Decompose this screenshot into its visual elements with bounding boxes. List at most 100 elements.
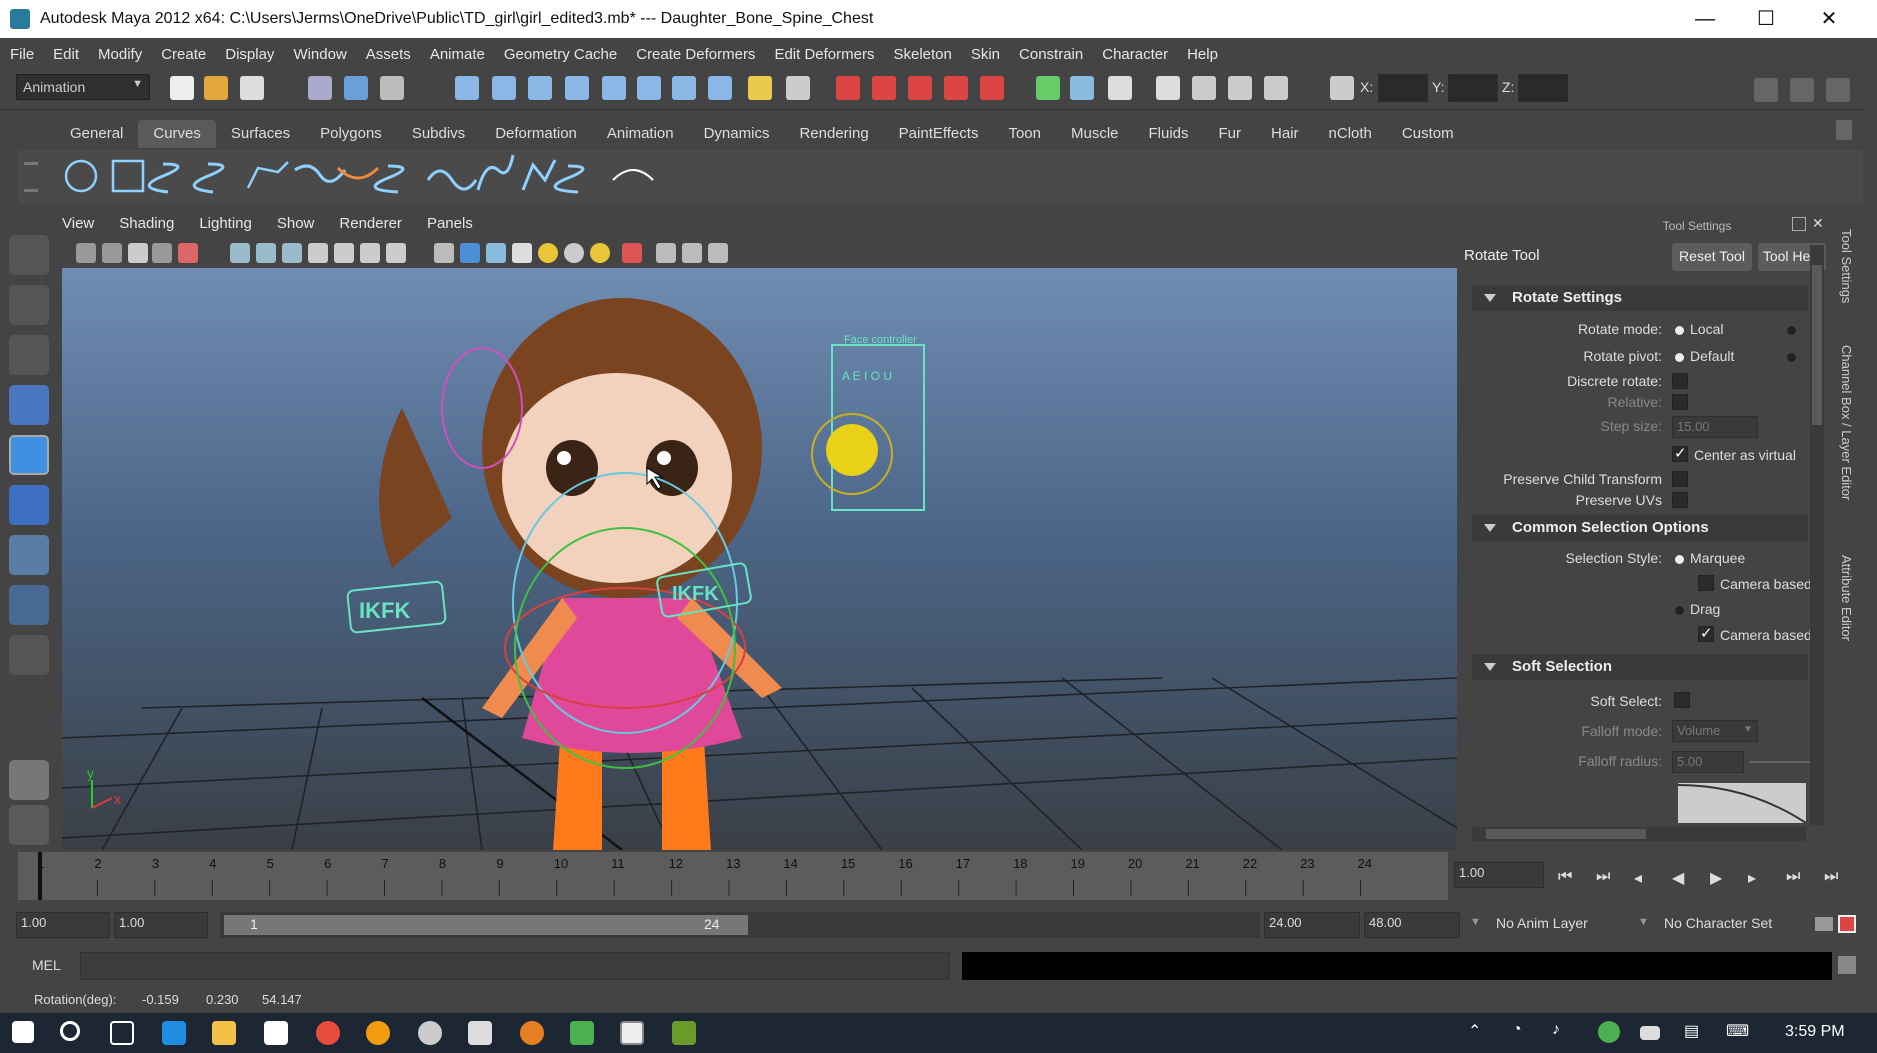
anim-layer-dropdown[interactable]: No Anim Layer <box>1496 915 1588 931</box>
nurbs-circle-icon[interactable] <box>64 159 98 193</box>
bookmark-icon[interactable] <box>128 243 148 263</box>
single-perspective-layout-icon[interactable] <box>9 760 49 800</box>
shelf-tab-general[interactable]: General <box>55 120 138 148</box>
shadows-icon[interactable] <box>590 243 610 263</box>
shelf-tab-painteffects[interactable]: PaintEffects <box>884 120 994 148</box>
render-view-icon[interactable] <box>1192 76 1216 100</box>
shelf-menu-icon[interactable] <box>24 162 38 192</box>
step-size-field[interactable]: 15.00 <box>1672 416 1758 438</box>
go-to-start-icon[interactable]: ⏮ <box>1558 868 1572 886</box>
offset-curve-icon[interactable] <box>521 159 557 191</box>
batch-render-icon[interactable] <box>1228 76 1252 100</box>
resolution-gate-icon[interactable] <box>282 243 302 263</box>
insert-knot-icon[interactable] <box>426 169 478 191</box>
menu-modify[interactable]: Modify <box>98 46 142 63</box>
animation-end-field[interactable]: 48.00 <box>1364 912 1460 938</box>
save-scene-icon[interactable] <box>240 76 264 100</box>
menu-help[interactable]: Help <box>1187 46 1218 63</box>
playback-end-field[interactable]: 24.00 <box>1264 912 1360 938</box>
script-editor-icon[interactable] <box>1838 956 1856 974</box>
camera-based-1-checkbox[interactable] <box>1698 575 1714 591</box>
channel-box-toggle-icon[interactable] <box>1826 78 1850 102</box>
select-component-icon[interactable] <box>380 76 404 100</box>
isolate-select-icon[interactable] <box>622 243 642 263</box>
film-gate-icon[interactable] <box>256 243 276 263</box>
menu-geometry-cache[interactable]: Geometry Cache <box>504 46 617 63</box>
keyboard-icon[interactable]: ⌨ <box>1726 1021 1749 1041</box>
input-output-icon[interactable] <box>672 76 696 100</box>
app-icon-4[interactable] <box>570 1021 594 1045</box>
app-icon-5[interactable] <box>672 1021 696 1045</box>
girl-character[interactable] <box>379 298 782 850</box>
nurbs-square-icon[interactable] <box>111 159 145 193</box>
snap-view-plane-icon[interactable] <box>565 76 589 100</box>
step-back-key-icon[interactable]: ⏭ <box>1596 868 1610 886</box>
new-scene-icon[interactable] <box>170 76 194 100</box>
shelf-tab-ncloth[interactable]: nCloth <box>1314 120 1387 148</box>
x-input[interactable] <box>1378 74 1428 102</box>
app-icon-2[interactable] <box>468 1021 492 1045</box>
selection-mask-icon[interactable] <box>786 76 810 100</box>
falloff-radius-field[interactable]: 5.00 <box>1672 751 1744 773</box>
viewport-menu-panels[interactable]: Panels <box>427 215 473 237</box>
safe-action-icon[interactable] <box>360 243 380 263</box>
lock-icon[interactable] <box>748 76 772 100</box>
float-panel-icon[interactable] <box>1792 217 1806 231</box>
camera-attributes-icon[interactable] <box>102 243 122 263</box>
range-slider-track[interactable]: 1 24 <box>220 912 1260 938</box>
rebuild-curve-icon[interactable] <box>612 169 654 181</box>
rotate-settings-header[interactable]: Rotate Settings <box>1472 285 1808 311</box>
cv-curve-icon[interactable] <box>147 162 180 194</box>
soft-selection-header[interactable]: Soft Selection <box>1472 654 1808 680</box>
gate-mask-icon[interactable] <box>308 243 328 263</box>
image-plane-icon[interactable] <box>152 243 172 263</box>
menu-create[interactable]: Create <box>161 46 206 63</box>
close-button[interactable]: ✕ <box>1806 4 1852 34</box>
lights-default-icon[interactable] <box>538 243 558 263</box>
discrete-rotate-checkbox[interactable] <box>1672 373 1688 389</box>
render-settings-icon[interactable] <box>1108 76 1132 100</box>
shelf-tab-subdivs[interactable]: Subdivs <box>397 120 480 148</box>
current-time-marker[interactable] <box>38 852 42 900</box>
go-to-end-icon[interactable]: ⏭ <box>1824 868 1838 886</box>
step-back-frame-icon[interactable]: ◂ <box>1634 868 1642 888</box>
soft-mod-tool-icon[interactable] <box>9 585 49 625</box>
snap-point-icon[interactable] <box>528 76 552 100</box>
center-virtual-checkbox[interactable] <box>1672 444 1688 462</box>
mel-input[interactable] <box>80 952 950 980</box>
store-icon[interactable] <box>264 1021 288 1045</box>
wireframe-on-shaded-icon[interactable] <box>486 243 506 263</box>
shelf-tab-hair[interactable]: Hair <box>1256 120 1314 148</box>
textured-icon[interactable] <box>512 243 532 263</box>
xray-icon[interactable] <box>656 243 676 263</box>
chevron-up-icon[interactable]: ⌃ <box>1468 1021 1481 1041</box>
anim-prefs-icon[interactable] <box>1838 915 1856 933</box>
tab-tool-settings[interactable]: Tool Settings <box>1839 229 1854 303</box>
common-selection-header[interactable]: Common Selection Options <box>1472 515 1808 541</box>
drag-radio[interactable] <box>1675 606 1684 615</box>
arc-tool-icon[interactable] <box>294 164 347 183</box>
rotate-pivot-default-radio[interactable] <box>1675 353 1684 362</box>
shelf-tab-animation[interactable]: Animation <box>592 120 689 148</box>
menu-set-dropdown[interactable]: Animation ▼ <box>16 74 150 100</box>
extend-curve-icon[interactable] <box>476 154 515 191</box>
camera-based-2-checkbox[interactable] <box>1698 624 1714 642</box>
falloff-mode-dropdown[interactable]: Volume ▼ <box>1672 720 1758 742</box>
viewport-menu-lighting[interactable]: Lighting <box>199 215 252 237</box>
viewport-menu-renderer[interactable]: Renderer <box>339 215 402 237</box>
preserve-child-checkbox[interactable] <box>1672 471 1688 487</box>
viewport-menu-shading[interactable]: Shading <box>119 215 174 237</box>
select-tool-icon[interactable] <box>9 235 49 275</box>
smooth-shade-icon[interactable] <box>460 243 480 263</box>
xray-joints-icon[interactable] <box>682 243 702 263</box>
manipulator-tool-icon[interactable] <box>9 535 49 575</box>
y-input[interactable] <box>1448 74 1498 102</box>
edge-browser-icon[interactable] <box>162 1021 186 1045</box>
shelf-tab-muscle[interactable]: Muscle <box>1056 120 1134 148</box>
menu-skin[interactable]: Skin <box>971 46 1000 63</box>
shelf-tab-surfaces[interactable]: Surfaces <box>216 120 305 148</box>
maya-taskbar-icon[interactable] <box>620 1021 644 1045</box>
render-layers-icon[interactable] <box>1264 76 1288 100</box>
menu-edit-deformers[interactable]: Edit Deformers <box>774 46 874 63</box>
animation-start-field[interactable]: 1.00 <box>16 912 110 938</box>
